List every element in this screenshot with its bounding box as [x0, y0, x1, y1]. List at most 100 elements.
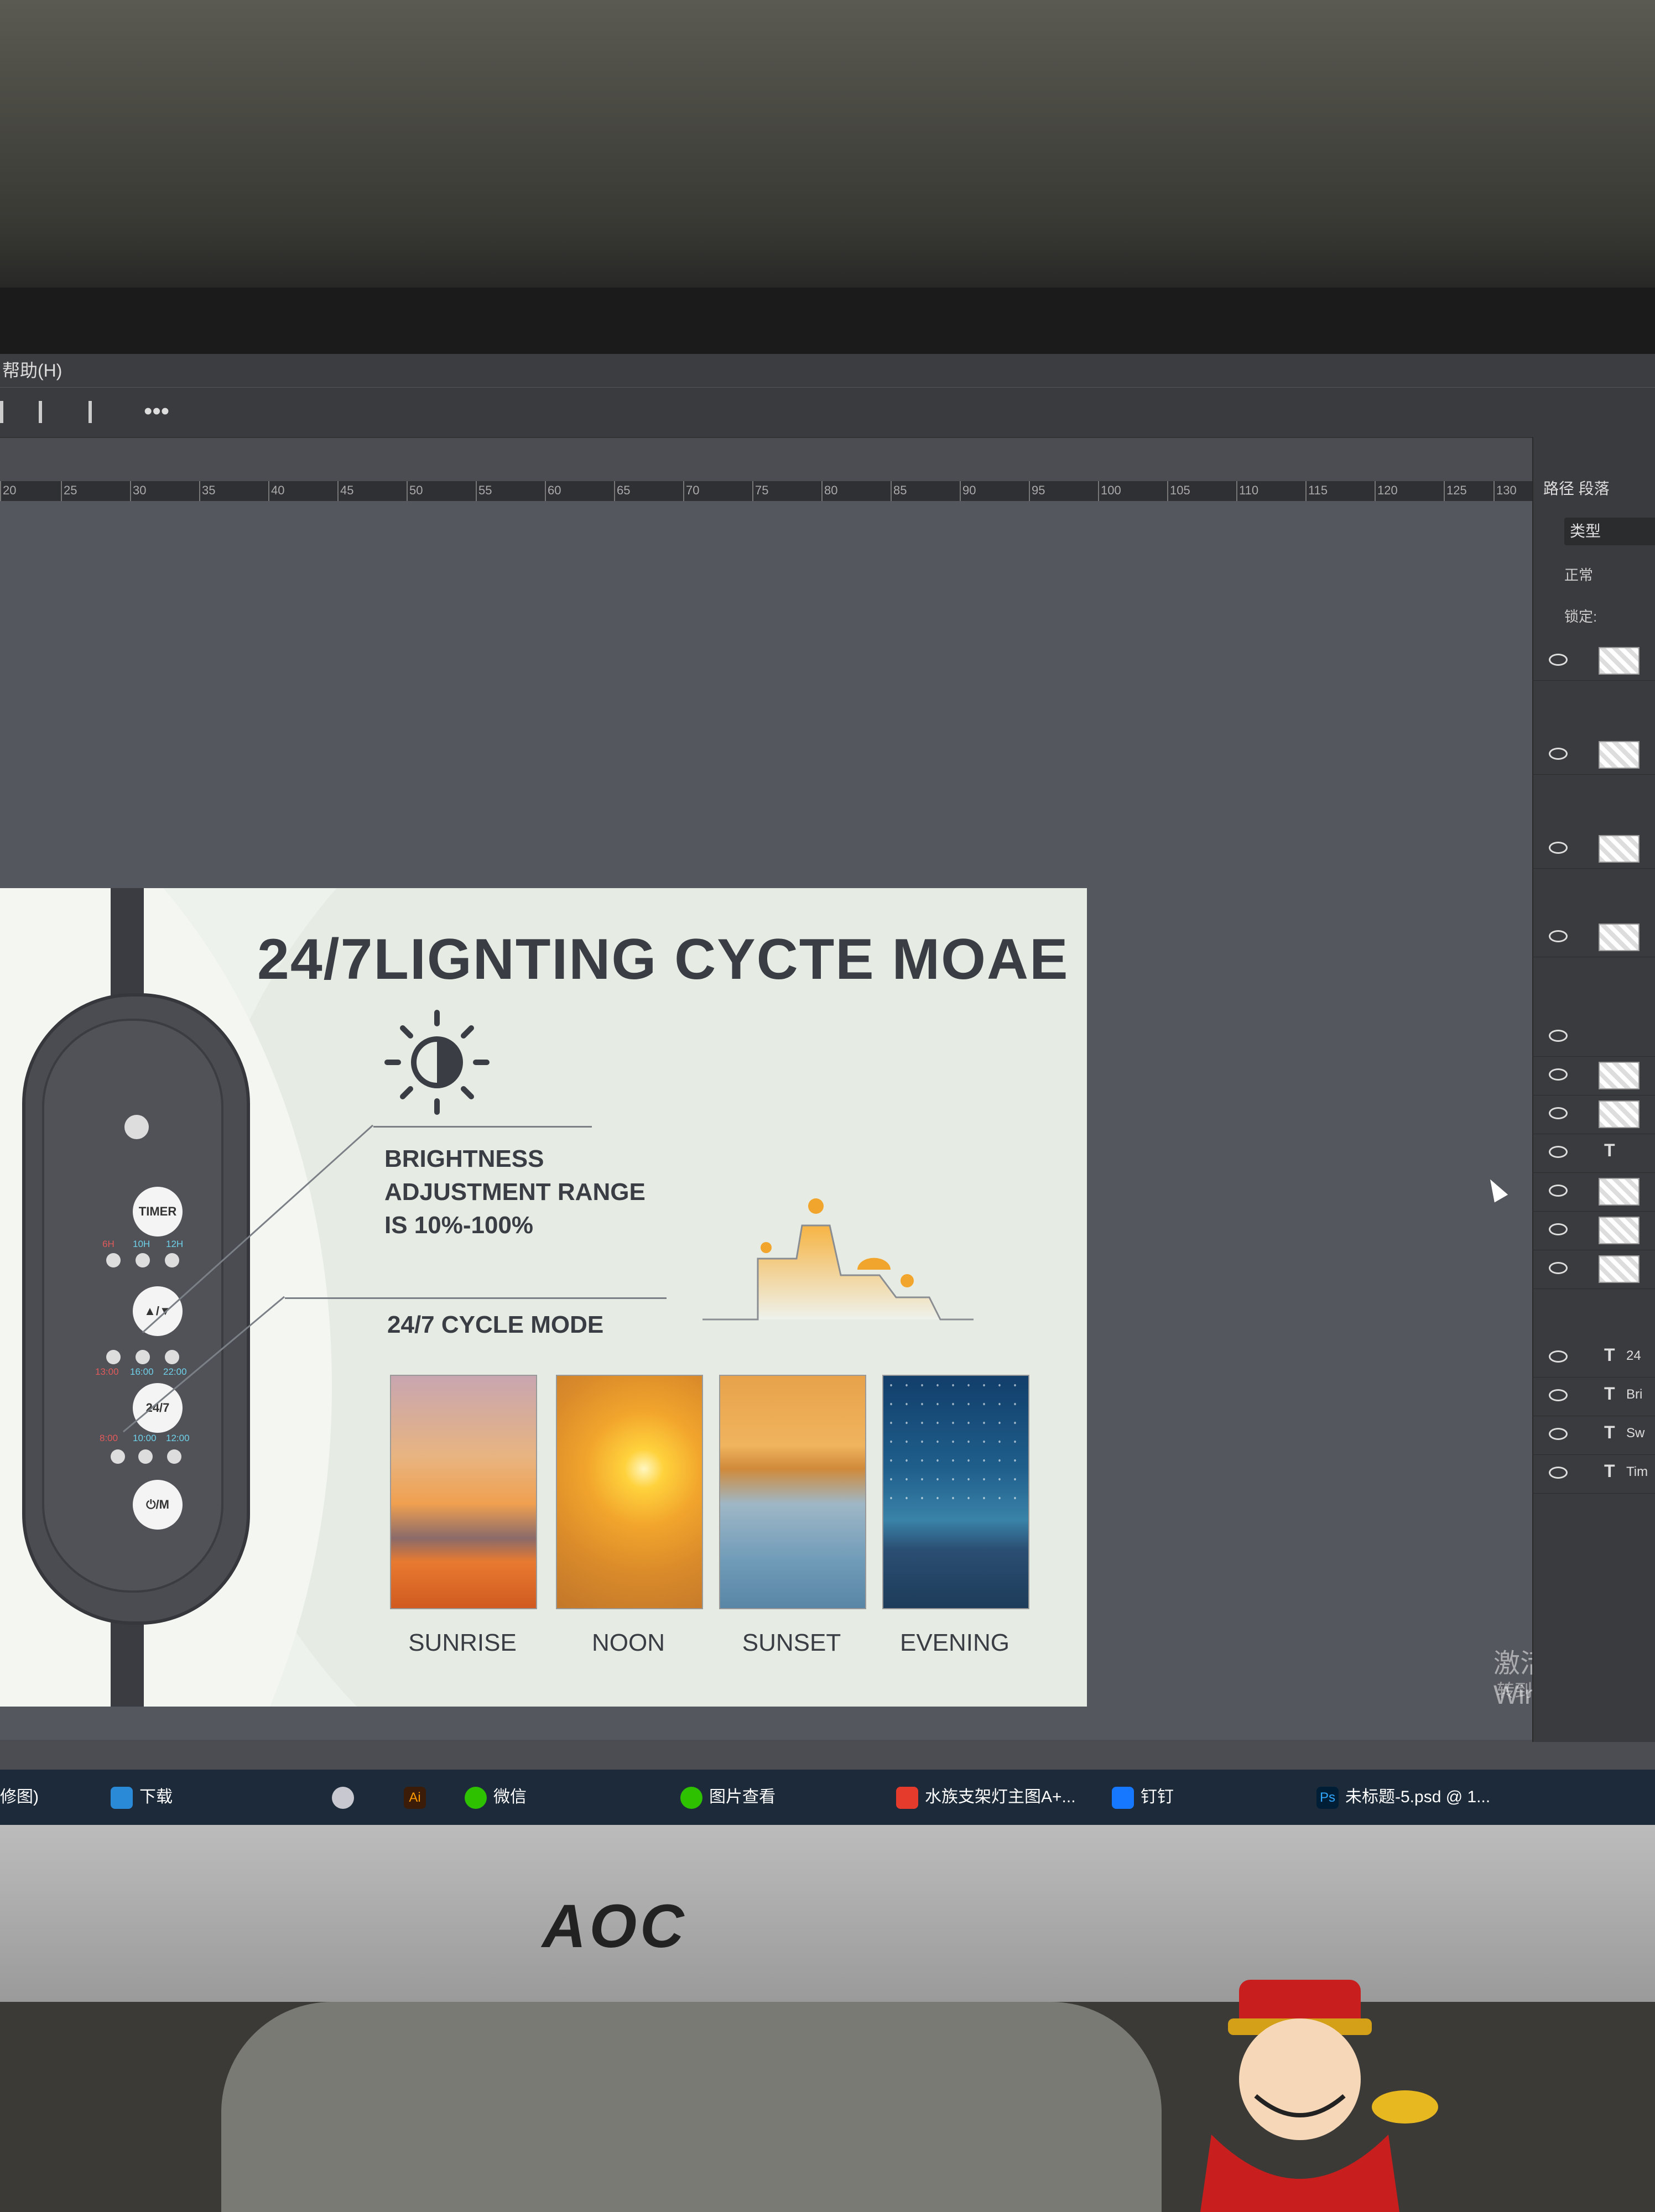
- scene-card-evening: [882, 1375, 1029, 1609]
- layer-row[interactable]: [1532, 735, 1655, 775]
- ruler-tick: 80: [821, 481, 837, 501]
- ruler-tick: 95: [1029, 481, 1045, 501]
- cycle2-option: 12:00: [166, 1433, 190, 1443]
- taskbar-item-wps[interactable]: 水族支架灯主图A+...: [896, 1781, 1076, 1814]
- cycle-option: 22:00: [163, 1366, 187, 1377]
- photoshop-icon: Ps: [1316, 1787, 1339, 1809]
- ruler-tick: 110: [1236, 481, 1258, 501]
- visibility-eye-icon[interactable]: [1549, 1428, 1568, 1440]
- layer-search-input[interactable]: 类型: [1564, 518, 1655, 545]
- cycle2-option: 10:00: [133, 1433, 157, 1443]
- taskbar-item-browser[interactable]: [332, 1781, 361, 1814]
- ruler-tick: 105: [1167, 481, 1190, 501]
- visibility-eye-icon[interactable]: [1549, 654, 1568, 666]
- browser-icon: [332, 1787, 354, 1809]
- layer-row[interactable]: [1532, 1056, 1655, 1095]
- visibility-eye-icon[interactable]: [1549, 842, 1568, 854]
- visibility-eye-icon[interactable]: [1549, 1467, 1568, 1479]
- taskbar-item-photoshop[interactable]: Ps 未标题-5.psd @ 1...: [1316, 1781, 1490, 1814]
- lock-label: 锁定:: [1564, 608, 1597, 625]
- ruler-tick: 100: [1098, 481, 1121, 501]
- more-options-button[interactable]: •••: [144, 398, 169, 425]
- align-center-icon[interactable]: [89, 401, 107, 423]
- layer-row[interactable]: [1532, 830, 1655, 869]
- layer-row[interactable]: [1532, 1211, 1655, 1250]
- cycle-dot: [165, 1350, 179, 1364]
- layer-row[interactable]: [1532, 1250, 1655, 1289]
- callout-line: [285, 1297, 667, 1299]
- cycle-option: 16:00: [130, 1366, 154, 1377]
- ruler-tick: 125: [1444, 481, 1467, 501]
- taskbar-item-download[interactable]: 下载: [111, 1781, 173, 1814]
- taskbar-item-retouch[interactable]: 修图): [0, 1781, 39, 1814]
- ruler-tick: 75: [752, 481, 768, 501]
- taskbar-label: 钉钉: [1141, 1788, 1174, 1806]
- remote-face: TIMER 6H 10H 12H ▲/▼ 13:00 16:00 22:00 2…: [42, 1019, 223, 1593]
- visibility-eye-icon[interactable]: [1549, 1350, 1568, 1363]
- blend-mode-select[interactable]: 正常: [1564, 564, 1593, 585]
- panel-tabs[interactable]: 路径 段落: [1543, 477, 1610, 499]
- layer-thumbnail: [1599, 1217, 1640, 1244]
- visibility-eye-icon[interactable]: [1549, 748, 1568, 760]
- cycle-option: 13:00: [95, 1366, 119, 1377]
- menu-help[interactable]: 帮助(H): [2, 361, 62, 380]
- ruler-tick: 65: [614, 481, 630, 501]
- scene-label-sunset: SUNSET: [742, 1629, 841, 1656]
- visibility-eye-icon[interactable]: [1549, 1185, 1568, 1197]
- monitor-top-bezel: [0, 288, 1655, 354]
- wall-background: [0, 0, 1655, 310]
- timer-dot: [106, 1253, 121, 1267]
- align-left-icon[interactable]: [0, 401, 19, 423]
- ruler-tick: 40: [268, 481, 284, 501]
- brightness-line-1: BRIGHTNESS: [384, 1145, 544, 1172]
- layer-thumbnail: [1599, 835, 1640, 863]
- ruler-tick: 20: [0, 481, 16, 501]
- text-layer-icon: T: [1604, 1140, 1615, 1160]
- align-bottom-icon[interactable]: [39, 401, 58, 423]
- layer-row[interactable]: [1532, 1095, 1655, 1134]
- taskbar-item-wechat[interactable]: 微信: [465, 1781, 527, 1814]
- text-layer-row[interactable]: T 24: [1532, 1338, 1655, 1378]
- taskbar-item-illustrator[interactable]: Ai: [404, 1781, 433, 1814]
- visibility-eye-icon[interactable]: [1549, 1223, 1568, 1235]
- taskbar-item-photo-viewer[interactable]: 图片查看: [680, 1781, 776, 1814]
- visibility-eye-icon[interactable]: [1549, 1389, 1568, 1401]
- text-layer-row[interactable]: T Tim: [1532, 1454, 1655, 1494]
- visibility-eye-icon[interactable]: [1549, 1107, 1568, 1119]
- visibility-eye-icon[interactable]: [1549, 1262, 1568, 1274]
- taskbar-label: 水族支架灯主图A+...: [925, 1788, 1076, 1806]
- taskbar: 修图) 下载 Ai 微信 图片查看 水族支架灯主图A+... 钉钉 Ps 未标题-…: [0, 1770, 1655, 1825]
- visibility-eye-icon[interactable]: [1549, 1068, 1568, 1081]
- artboard[interactable]: TIMER 6H 10H 12H ▲/▼ 13:00 16:00 22:00 2…: [0, 888, 1087, 1707]
- layer-row[interactable]: [1532, 1172, 1655, 1212]
- cycle2-dot: [167, 1449, 181, 1464]
- monitor-screen: 帮助(H) ••• 20 25 30 35 40 45 50 55 60 65 …: [0, 354, 1655, 1825]
- layer-row[interactable]: [1532, 641, 1655, 681]
- text-layer-row[interactable]: T: [1532, 1134, 1655, 1173]
- layer-name: 24: [1626, 1348, 1641, 1363]
- layer-group-row[interactable]: [1532, 1018, 1655, 1057]
- text-layer-row[interactable]: T Bri: [1532, 1377, 1655, 1416]
- timer-button: TIMER: [133, 1187, 183, 1237]
- monitor-stand: [221, 2002, 1162, 2212]
- canvas-area[interactable]: TIMER 6H 10H 12H ▲/▼ 13:00 16:00 22:00 2…: [0, 501, 1532, 1740]
- text-layer-icon: T: [1604, 1384, 1615, 1404]
- taskbar-item-dingtalk[interactable]: 钉钉: [1112, 1781, 1174, 1814]
- scene-card-noon: [556, 1375, 703, 1609]
- timer-option-12h: 12H: [166, 1239, 184, 1249]
- layer-thumbnail: [1599, 924, 1640, 951]
- visibility-eye-icon[interactable]: [1549, 930, 1568, 942]
- scene-card-sunrise: [390, 1375, 537, 1609]
- text-layer-row[interactable]: T Sw: [1532, 1416, 1655, 1455]
- ruler-tick: 115: [1305, 481, 1328, 501]
- options-bar: •••: [0, 387, 1655, 438]
- layer-name: Tim: [1626, 1464, 1648, 1479]
- layer-name: Bri: [1626, 1387, 1643, 1402]
- visibility-eye-icon[interactable]: [1549, 1146, 1568, 1158]
- layer-thumbnail: [1599, 741, 1640, 769]
- photo-viewer-icon: [680, 1787, 702, 1809]
- fortune-god-figurine: [1200, 1980, 1438, 2212]
- remote-controller: TIMER 6H 10H 12H ▲/▼ 13:00 16:00 22:00 2…: [22, 993, 250, 1625]
- layer-row[interactable]: [1532, 918, 1655, 957]
- visibility-eye-icon[interactable]: [1549, 1030, 1568, 1042]
